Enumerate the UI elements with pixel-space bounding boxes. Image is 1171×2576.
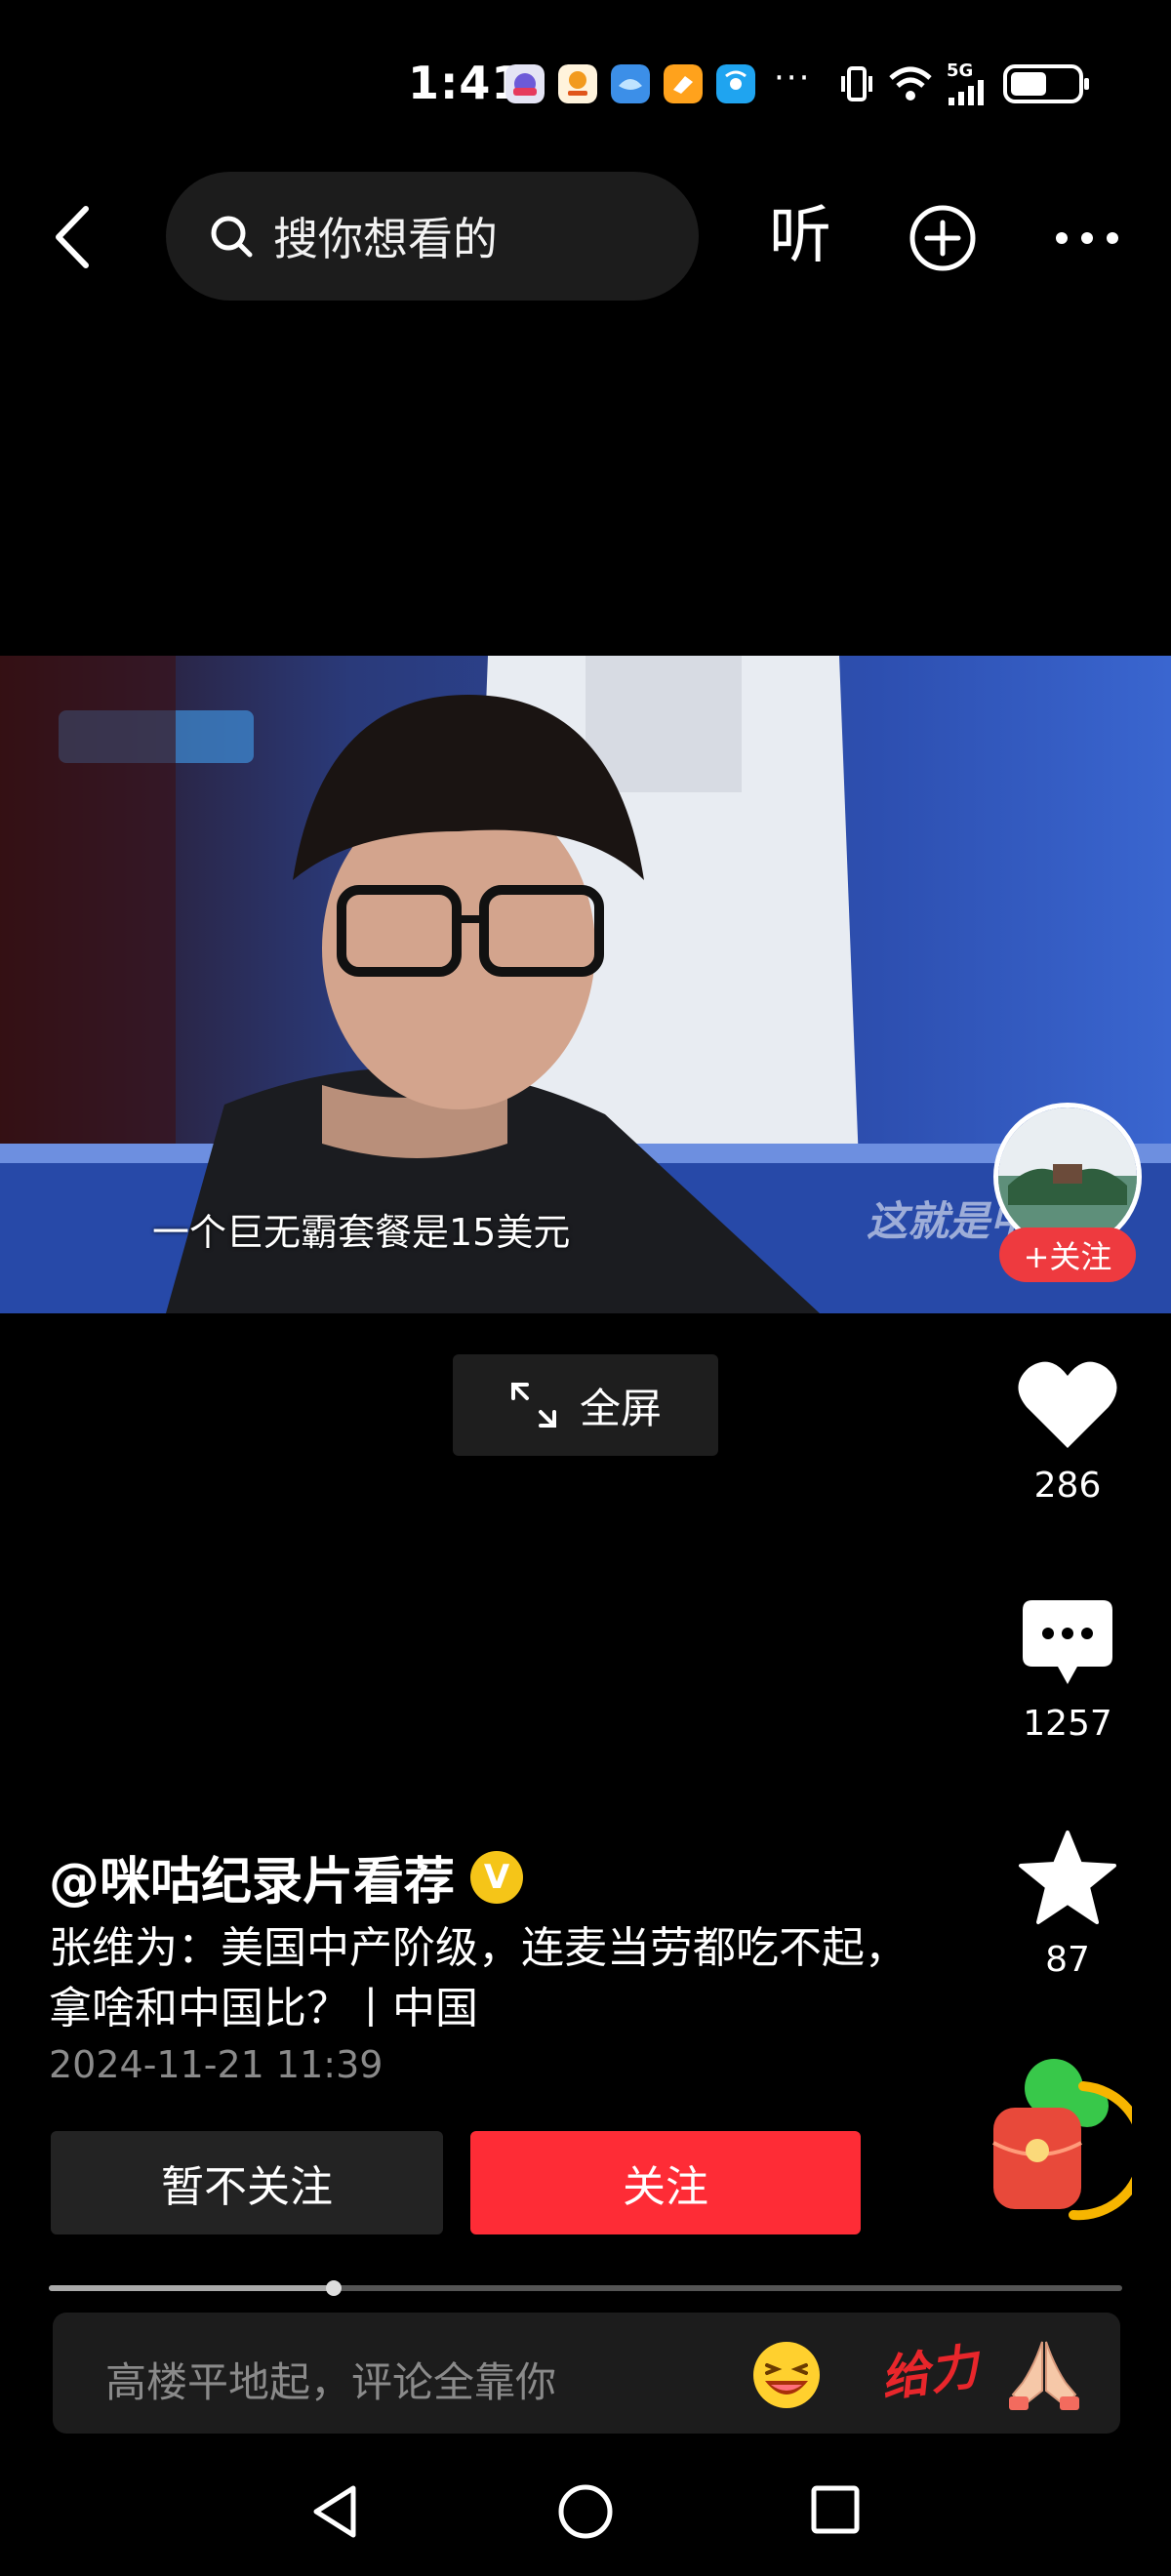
dismiss-follow-button[interactable]: 暂不关注 <box>51 2131 443 2234</box>
heart-icon <box>1018 1361 1117 1448</box>
video-progress-bar[interactable] <box>49 2280 1122 2296</box>
red-packet-icon[interactable] <box>986 2059 1132 2225</box>
author-name[interactable]: @咪咕纪录片看荐 <box>49 1840 455 1913</box>
search-bar[interactable]: 搜你想看的 <box>166 172 699 301</box>
app-icon <box>664 64 703 103</box>
vibrate-icon <box>841 66 872 101</box>
video-player[interactable]: 一个巨无霸套餐是15美元 这就是中 <box>0 656 1171 1313</box>
post-caption: 张维为：美国中产阶级，连麦当劳都吃不起，拿啥和中国比？丨中国 <box>49 1923 908 2033</box>
avatar-image <box>998 1107 1137 1246</box>
status-bar: 1:41 ··· 5G <box>0 0 1171 166</box>
signal-icon <box>949 80 984 105</box>
verified-badge-icon: V <box>470 1850 524 1904</box>
comment-input-bar[interactable]: 高楼平地起，评论全靠你 给力 <box>53 2313 1120 2434</box>
add-icon[interactable] <box>908 203 978 273</box>
geili-sticker-icon[interactable]: 给力 <box>875 2327 982 2410</box>
like-count: 286 <box>1033 1466 1102 1506</box>
app-icon <box>505 64 545 103</box>
favorite-count: 87 <box>1045 1940 1090 1980</box>
avatar-follow-button[interactable]: +关注 <box>999 1228 1136 1282</box>
comment-count: 1257 <box>1023 1704 1112 1744</box>
laugh-emoji-icon[interactable] <box>751 2340 822 2410</box>
listen-button[interactable]: 听 <box>769 201 831 271</box>
pray-emoji-icon[interactable] <box>1005 2336 1083 2414</box>
comment-icon <box>1023 1600 1112 1684</box>
search-placeholder: 搜你想看的 <box>273 213 498 265</box>
back-icon[interactable] <box>45 203 103 271</box>
comment-action[interactable]: 1257 <box>999 1596 1136 1744</box>
more-icon[interactable] <box>1052 226 1122 250</box>
battery-icon <box>1003 64 1089 103</box>
nav-back-icon[interactable] <box>308 2482 363 2541</box>
status-system-icons: 5G <box>839 60 1089 105</box>
nav-recent-apps-icon[interactable] <box>810 2484 861 2535</box>
follow-button[interactable]: 关注 <box>470 2131 861 2234</box>
app-icon <box>558 64 597 103</box>
post-time: 2024-11-21 11:39 <box>49 2043 384 2086</box>
search-icon <box>211 216 253 258</box>
network-type: 5G <box>947 60 974 81</box>
app-icon <box>716 64 755 103</box>
wifi-icon <box>889 66 932 101</box>
like-action[interactable]: 286 <box>999 1358 1136 1506</box>
comment-placeholder: 高楼平地起，评论全靠你 <box>105 2358 557 2406</box>
expand-icon <box>510 1383 556 1428</box>
favorite-action[interactable]: 87 <box>999 1829 1136 1980</box>
app-icon <box>611 64 650 103</box>
status-app-icons <box>505 64 755 103</box>
status-overflow: ··· <box>774 59 812 98</box>
progress-fill <box>49 2285 334 2291</box>
battery-level <box>1011 72 1047 96</box>
progress-handle[interactable] <box>325 2280 342 2296</box>
video-subtitle: 一个巨无霸套餐是15美元 <box>152 1211 571 1254</box>
fullscreen-label: 全屏 <box>579 1384 662 1432</box>
nav-home-icon[interactable] <box>556 2482 615 2541</box>
fullscreen-button[interactable]: 全屏 <box>453 1354 718 1456</box>
author-row[interactable]: @咪咕纪录片看荐 V <box>49 1840 524 1913</box>
star-icon <box>1019 1831 1116 1924</box>
